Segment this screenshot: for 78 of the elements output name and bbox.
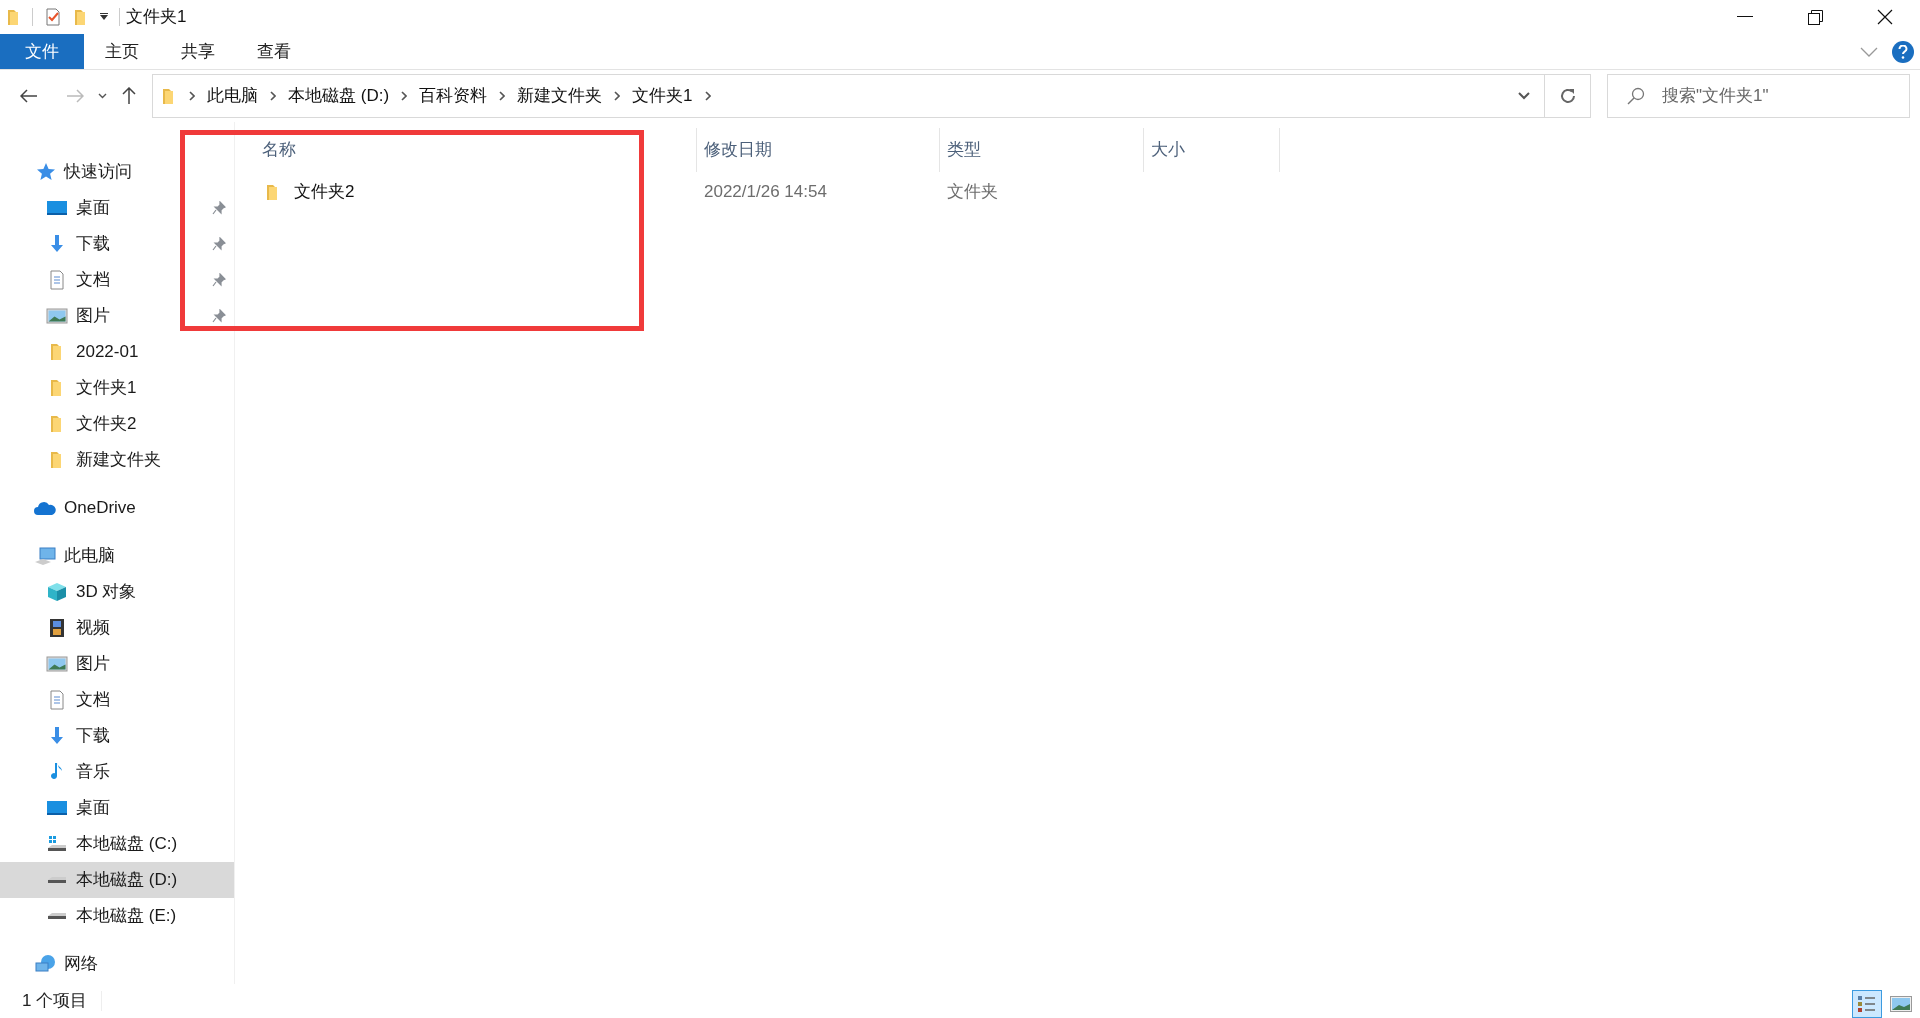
type-cell-text: 文件夹 — [946, 181, 999, 204]
pictures-icon — [46, 654, 68, 674]
details-view-icon — [1857, 995, 1877, 1013]
help-button[interactable] — [1892, 40, 1914, 63]
ribbon-tab[interactable]: 查看 — [236, 34, 312, 69]
chevron-down-icon — [1518, 92, 1530, 100]
date-cell-text: 2022/1/26 14:54 — [703, 181, 828, 204]
nav-item[interactable]: 新建文件夹 — [0, 442, 234, 478]
back-arrow-icon — [20, 89, 38, 103]
nav-item[interactable]: 快速访问 — [0, 154, 234, 190]
nav-item[interactable]: 桌面 — [0, 190, 234, 226]
column-header[interactable]: 大小 — [1144, 128, 1280, 172]
nav-item[interactable]: 文件夹2 — [0, 406, 234, 442]
chevron-right-icon — [189, 91, 195, 101]
close-icon — [1877, 9, 1893, 25]
chevron-right-icon — [401, 91, 408, 101]
breadcrumb[interactable]: 此电脑 — [207, 83, 258, 109]
chevron-right-icon — [499, 91, 506, 101]
chevron-right-icon — [704, 91, 711, 101]
details-view-button[interactable] — [1852, 990, 1882, 1018]
search-field[interactable]: 搜索"文件夹1" — [1607, 74, 1910, 118]
nav-item[interactable]: 网络 — [0, 946, 234, 982]
nav-item[interactable]: OneDrive — [0, 490, 234, 526]
nav-item[interactable]: 桌面 — [0, 790, 234, 826]
computer-icon — [34, 546, 56, 566]
nav-item[interactable]: 此电脑 — [0, 538, 234, 574]
forward-arrow-icon — [66, 89, 84, 103]
thumbnail-view-icon — [1890, 996, 1912, 1012]
breadcrumb[interactable]: 文件夹1 — [632, 83, 693, 109]
window-title: 文件夹1 — [126, 6, 187, 29]
up-arrow-icon — [122, 87, 136, 105]
nav-item[interactable]: 本地磁盘 (E:) — [0, 898, 234, 934]
checklist-icon[interactable] — [43, 7, 63, 27]
refresh-icon — [1558, 87, 1577, 105]
restore-icon — [1807, 9, 1823, 25]
desktop-icon — [46, 198, 68, 218]
item-count: 1 个项目 — [22, 990, 88, 1013]
nav-item[interactable]: 文档 — [0, 262, 234, 298]
drive-icon — [46, 834, 68, 854]
file-name: 文件夹2 — [294, 181, 355, 204]
nav-item[interactable]: 视频 — [0, 610, 234, 646]
file-row[interactable]: 文件夹2 2022/1/26 14:54 文件夹 — [255, 172, 1920, 212]
column-header[interactable]: 修改日期 — [697, 128, 940, 172]
breadcrumb[interactable]: 新建文件夹 — [517, 83, 603, 109]
nav-item[interactable]: 3D 对象 — [0, 574, 234, 610]
nav-item[interactable]: 图片 — [0, 646, 234, 682]
ribbon-tab[interactable]: 文件 — [0, 34, 84, 69]
nav-item[interactable]: 下载 — [0, 718, 234, 754]
drive-icon — [46, 912, 68, 920]
chevron-down-icon[interactable] — [1860, 46, 1878, 57]
desktop-icon — [46, 798, 68, 818]
nav-item[interactable]: 文件夹1 — [0, 370, 234, 406]
nav-item[interactable]: 本地磁盘 (C:) — [0, 826, 234, 862]
chevron-right-icon — [614, 91, 621, 101]
nav-item[interactable]: 文档 — [0, 682, 234, 718]
column-header[interactable]: 名称 — [255, 128, 697, 172]
address-bar[interactable]: 此电脑 本地磁盘 (D:) 百科资料 新建文件夹 文件夹1 — [152, 74, 1591, 118]
nav-item[interactable]: 音乐 — [0, 754, 234, 790]
drive-icon — [46, 876, 68, 884]
nav-item[interactable]: 本地磁盘 (D:) — [0, 862, 234, 898]
star-icon — [34, 162, 56, 182]
help-icon — [1898, 44, 1908, 59]
ribbon-tab[interactable]: 主页 — [84, 34, 160, 69]
nav-item[interactable]: 下载 — [0, 226, 234, 262]
dropdown-icon[interactable] — [99, 12, 109, 22]
breadcrumb[interactable]: 百科资料 — [419, 83, 488, 109]
column-header[interactable]: 类型 — [940, 128, 1144, 172]
nav-item[interactable]: 图片 — [0, 298, 234, 334]
ribbon-tab[interactable]: 共享 — [160, 34, 236, 69]
search-icon — [1627, 87, 1645, 105]
chevron-down-icon — [97, 93, 107, 99]
network-icon — [34, 954, 56, 974]
pictures-icon — [46, 306, 68, 326]
chevron-right-icon — [270, 91, 276, 101]
breadcrumb[interactable]: 本地磁盘 (D:) — [288, 83, 390, 109]
minimize-icon — [1737, 16, 1753, 18]
cube-icon — [46, 582, 68, 602]
nav-item[interactable]: 2022-01 — [0, 334, 234, 370]
